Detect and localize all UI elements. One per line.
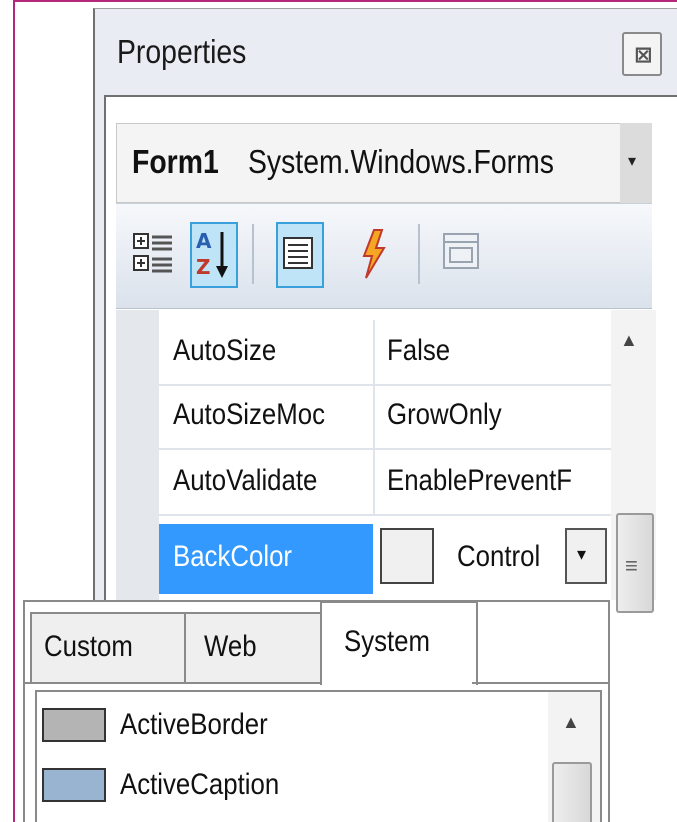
property-value[interactable]: GrowOnly xyxy=(387,398,502,432)
column-divider xyxy=(373,384,375,448)
tab-custom[interactable]: Custom xyxy=(30,612,186,684)
property-row-autosizemode[interactable]: AutoSizeMoc GrowOnly xyxy=(159,384,611,450)
object-name: Form1 xyxy=(132,143,219,180)
tab-label: Web xyxy=(204,630,257,663)
property-row-autosize[interactable]: AutoSize False xyxy=(159,320,611,386)
column-divider xyxy=(373,320,375,384)
properties-button[interactable] xyxy=(276,222,324,288)
scroll-up-icon[interactable]: ▲ xyxy=(562,712,580,733)
properties-icon xyxy=(283,237,313,269)
column-divider xyxy=(373,450,375,514)
property-grid-margin xyxy=(116,310,159,600)
object-selector-dropdown-button[interactable]: ▾ xyxy=(620,123,652,203)
property-pages-button[interactable] xyxy=(440,222,484,284)
chevron-down-icon: ▾ xyxy=(577,544,587,564)
chevron-down-icon: ▾ xyxy=(628,153,637,170)
backcolor-dropdown-button[interactable]: ▾ xyxy=(565,528,607,584)
svg-text:Z: Z xyxy=(196,255,211,279)
property-name: AutoSize xyxy=(173,334,277,367)
alphabetical-sort-icon: A Z xyxy=(196,229,228,279)
tab-strip-border xyxy=(23,682,610,684)
property-value[interactable]: Control xyxy=(457,540,540,574)
property-row-autovalidate[interactable]: AutoValidate EnablePreventF xyxy=(159,450,611,516)
color-name: ActiveBorder xyxy=(120,708,268,741)
color-preview-swatch xyxy=(380,528,434,584)
close-icon: ⊠ xyxy=(634,42,653,67)
categorized-icon xyxy=(133,233,172,273)
close-button[interactable]: ⊠ xyxy=(622,32,662,76)
panel-title: Properties xyxy=(117,33,247,70)
toolbar-separator xyxy=(252,224,254,284)
svg-text:A: A xyxy=(196,229,212,253)
tab-label: System xyxy=(344,625,431,658)
property-value[interactable]: False xyxy=(387,334,450,368)
tab-system[interactable]: System xyxy=(320,601,478,685)
color-swatch xyxy=(42,768,106,802)
list-scrollbar-thumb[interactable] xyxy=(552,762,592,822)
property-value[interactable]: EnablePreventF xyxy=(387,464,572,498)
property-name: BackColor xyxy=(173,540,293,573)
tab-web[interactable]: Web xyxy=(184,612,322,684)
alphabetical-button[interactable]: A Z xyxy=(190,222,238,288)
events-button[interactable] xyxy=(352,222,396,284)
property-pages-icon xyxy=(443,233,479,269)
object-type: System.Windows.Forms xyxy=(248,143,554,180)
color-swatch xyxy=(42,708,106,742)
tab-label: Custom xyxy=(44,630,133,663)
grip-icon: ≡ xyxy=(625,553,638,578)
categorized-button[interactable] xyxy=(132,222,176,284)
color-name: ActiveCaption xyxy=(120,768,280,801)
property-name: AutoValidate xyxy=(173,464,318,497)
active-tab-gap xyxy=(322,682,472,684)
toolbar-separator xyxy=(418,224,420,284)
events-lightning-icon xyxy=(362,229,386,279)
scroll-up-icon[interactable]: ▲ xyxy=(620,330,638,351)
property-name: AutoSizeMoc xyxy=(173,398,326,431)
